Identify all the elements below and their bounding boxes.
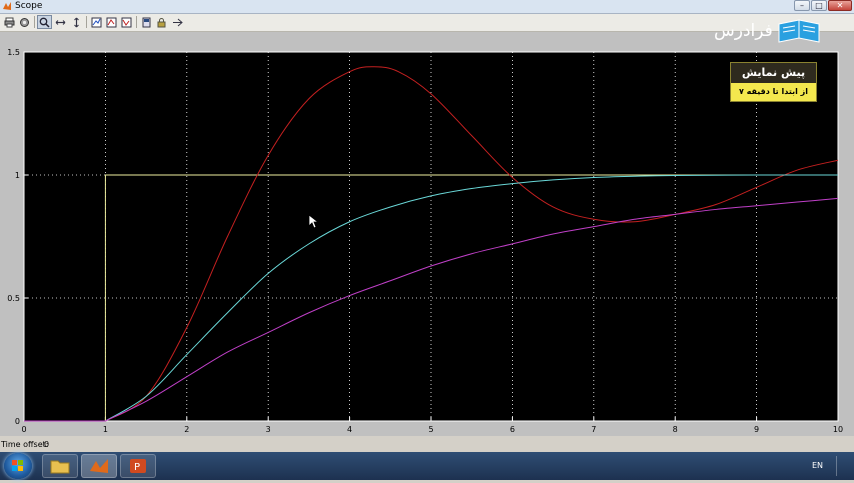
zoom-x-button[interactable] [53, 15, 68, 29]
print-button[interactable] [2, 15, 17, 29]
x-tick-label: 3 [266, 425, 271, 434]
mouse-cursor-icon [309, 215, 319, 229]
time-offset-label: Time offset: [1, 440, 49, 449]
taskbar-matlab[interactable] [81, 454, 117, 478]
floating-scope-button[interactable] [139, 15, 154, 29]
status-bar: Time offset: 0 [0, 436, 854, 452]
minimize-button[interactable]: – [794, 0, 810, 11]
title-bar: Scope – □ ✕ [0, 0, 854, 14]
y-tick-label: 0.5 [7, 294, 20, 303]
signal-selection-icon [173, 18, 183, 26]
save-axes-button[interactable] [104, 15, 119, 29]
autoscale-button[interactable] [89, 15, 104, 29]
powerpoint-icon: P [130, 459, 146, 473]
windows-logo-icon [12, 460, 23, 471]
gear-icon [20, 17, 29, 27]
printer-icon [4, 17, 15, 27]
matlab-icon [90, 459, 108, 473]
scope-plot-area: 0 1 2 3 4 5 6 7 8 9 10 0 0.5 1 1.5 [0, 32, 854, 436]
save-axes-icon [106, 17, 117, 27]
zoom-y-button[interactable] [69, 15, 84, 29]
lock-icon [157, 17, 166, 27]
close-button[interactable]: ✕ [828, 0, 852, 11]
window-title: Scope [15, 1, 43, 11]
y-tick-label: 1.5 [7, 48, 20, 57]
x-tick-label: 0 [21, 425, 26, 434]
scope-chart: 0 1 2 3 4 5 6 7 8 9 10 0 0.5 1 1.5 [7, 48, 843, 434]
x-tick-label: 1 [103, 425, 108, 434]
zoom-x-icon [55, 19, 66, 25]
window-controls: – □ ✕ [794, 0, 852, 11]
logo-text: فرادرس [714, 21, 773, 41]
show-desktop-button[interactable] [836, 456, 854, 476]
lock-axes-button[interactable] [154, 15, 169, 29]
start-button[interactable] [4, 453, 32, 479]
x-tick-label: 5 [428, 425, 433, 434]
x-tick-label: 8 [673, 425, 678, 434]
faradars-logo: فرادرس [714, 18, 821, 44]
badge-subtitle: از ابتدا تا دقیقه ۷ [739, 87, 808, 96]
floating-scope-icon [142, 17, 151, 27]
zoom-button[interactable] [37, 15, 52, 29]
time-offset-value: 0 [44, 440, 50, 449]
preview-badge: پیش نمایش از ابتدا تا دقیقه ۷ [730, 62, 817, 102]
restore-axes-button[interactable] [119, 15, 134, 29]
taskbar: P EN [0, 452, 854, 480]
y-tick-label: 0 [15, 417, 20, 426]
x-tick-label: 9 [754, 425, 759, 434]
parameters-button[interactable] [17, 15, 32, 29]
signal-selection-button[interactable] [170, 15, 185, 29]
svg-text:P: P [134, 462, 140, 473]
maximize-button[interactable]: □ [811, 0, 827, 11]
book-icon [778, 19, 820, 43]
x-tick-label: 7 [591, 425, 596, 434]
language-indicator[interactable]: EN [812, 461, 823, 470]
restore-axes-icon [121, 17, 132, 27]
taskbar-explorer[interactable] [42, 454, 78, 478]
autoscale-icon [91, 17, 102, 27]
zoom-icon [39, 17, 50, 28]
x-tick-label: 2 [184, 425, 189, 434]
matlab-icon [3, 2, 11, 10]
x-tick-label: 10 [833, 425, 843, 434]
x-tick-label: 6 [510, 425, 515, 434]
badge-title: پیش نمایش [731, 63, 816, 83]
folder-icon [50, 460, 70, 474]
zoom-y-icon [74, 17, 79, 27]
taskbar-powerpoint[interactable]: P [120, 454, 156, 478]
y-tick-label: 1 [15, 171, 20, 180]
x-tick-label: 4 [347, 425, 352, 434]
